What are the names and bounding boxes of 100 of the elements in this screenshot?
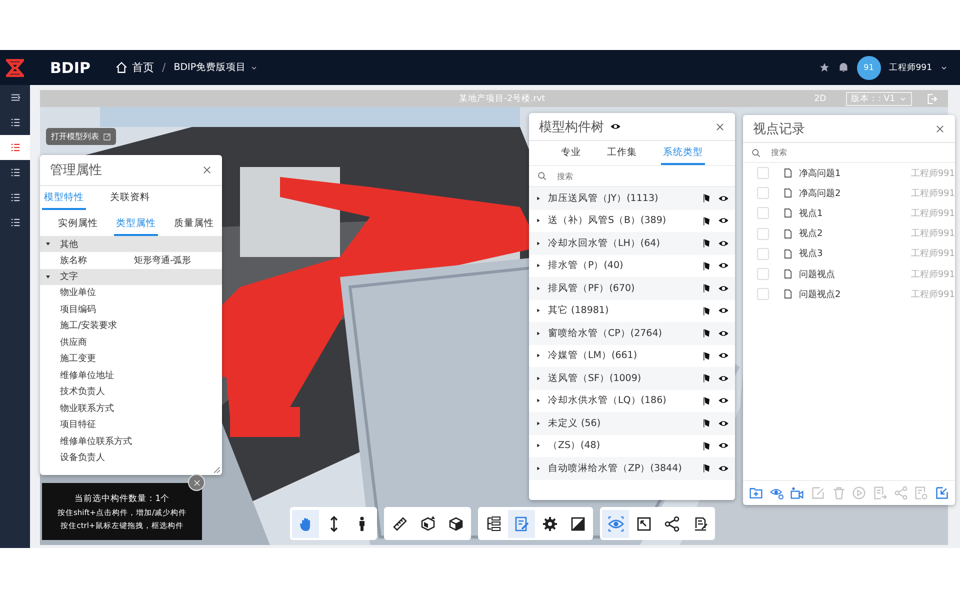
logo-icon <box>6 58 24 76</box>
checkbox[interactable] <box>757 187 769 200</box>
play-icon <box>852 486 866 500</box>
ruler-icon <box>392 516 408 532</box>
viewpoint-name[interactable]: 净高问题1 <box>799 166 841 180</box>
checkbox[interactable] <box>757 268 769 280</box>
eye-gear-button[interactable] <box>770 486 784 500</box>
sidebar-item[interactable] <box>0 135 30 160</box>
chevron-icon <box>899 94 907 102</box>
open-model-list-button[interactable]: 打开模型列表 <box>46 128 116 145</box>
gear-icon <box>542 516 558 532</box>
isolate-button[interactable] <box>702 260 712 271</box>
isolate-button[interactable] <box>702 440 712 451</box>
author-name: 工程师991 <box>910 288 955 301</box>
author-name: 工程师991 <box>910 228 955 240</box>
tab[interactable]: 系统类型 <box>661 141 705 165</box>
tree-item[interactable]: 送（补）风管S（B）(389) <box>548 214 696 228</box>
isolate-button[interactable] <box>702 216 712 226</box>
eye-icon <box>610 121 621 132</box>
checkbox[interactable] <box>757 228 769 240</box>
expand-caret-icon <box>535 374 542 382</box>
search-field[interactable]: 搜索 <box>555 170 727 182</box>
share-icon <box>894 486 908 500</box>
group-row[interactable]: 文字 <box>40 268 222 284</box>
tab[interactable]: 模型特性 <box>42 186 86 210</box>
isolate-button[interactable] <box>702 418 712 428</box>
tab[interactable]: 实例属性 <box>56 212 100 236</box>
expand-caret-icon <box>535 397 542 404</box>
tree-item[interactable]: 排水管（P）(40) <box>548 259 696 272</box>
group-row[interactable]: 其他 <box>40 236 222 252</box>
chevron-icon <box>250 64 258 72</box>
viewpoint-name[interactable]: 问题视点2 <box>799 288 841 301</box>
isolate-button[interactable] <box>702 306 712 316</box>
viewpoint-name[interactable]: 问题视点 <box>799 268 835 281</box>
author-name: 工程师991 <box>910 208 955 220</box>
tree-item[interactable]: 其它 (18981) <box>548 304 696 318</box>
file-icon <box>783 208 793 218</box>
chevron-icon <box>940 64 948 72</box>
menu-icon <box>10 92 20 103</box>
close-button[interactable] <box>202 165 212 175</box>
cube-icon <box>448 516 464 532</box>
brand-name: BDIP <box>50 58 92 76</box>
expand-caret-icon <box>535 262 542 270</box>
flag-icon <box>702 396 712 406</box>
isolate-button[interactable] <box>702 396 712 406</box>
tree-item[interactable]: 冷却水供水管（LQ）(186) <box>548 394 696 408</box>
list-icon <box>10 167 20 178</box>
flag-icon <box>702 283 712 294</box>
checkbox[interactable] <box>757 167 769 180</box>
tree-item[interactable]: 冷媒管（LM）(661) <box>548 349 696 362</box>
expand-caret-icon <box>535 420 542 427</box>
isolate-button[interactable] <box>702 283 712 294</box>
breadcrumb-link[interactable]: BDIP免费版项目 <box>174 61 258 74</box>
viewpoint-name[interactable]: 视点2 <box>799 227 823 240</box>
isolate-button[interactable] <box>702 193 712 204</box>
star-icon <box>818 62 830 73</box>
viewpoint-name[interactable]: 视点3 <box>799 247 823 260</box>
isolate-button[interactable] <box>702 350 712 361</box>
video-camera-button[interactable] <box>790 486 804 500</box>
flag-icon <box>702 306 712 316</box>
close-icon <box>935 124 945 134</box>
flag-icon <box>702 216 712 226</box>
close-icon <box>715 122 725 132</box>
tree-item[interactable]: （ZS）(48) <box>548 439 696 452</box>
tab[interactable]: 工作集 <box>605 141 639 165</box>
flag-icon <box>702 463 712 474</box>
panel-title: 模型构件树 <box>539 118 604 136</box>
expand-caret-icon <box>535 240 542 247</box>
property-label: 项目特征 <box>60 418 97 432</box>
section-box-icon <box>420 516 436 532</box>
import-button[interactable] <box>934 486 949 500</box>
author-name: 工程师991 <box>910 248 955 260</box>
viewpoint-name[interactable]: 净高问题2 <box>799 186 841 200</box>
panel-title: 视点记录 <box>753 120 805 138</box>
isolate-button[interactable] <box>702 373 712 384</box>
close-button[interactable] <box>935 124 945 134</box>
delete-icon <box>832 486 846 500</box>
breadcrumb-separator: / <box>162 61 166 74</box>
isolate-button[interactable] <box>702 328 712 338</box>
user-name[interactable]: 工程师991 <box>888 62 932 74</box>
checkbox[interactable] <box>757 248 769 260</box>
edit-icon <box>810 486 825 500</box>
checkbox[interactable] <box>757 207 769 220</box>
viewpoint-name[interactable]: 视点1 <box>799 206 823 220</box>
search-field[interactable]: 搜索 <box>769 147 947 158</box>
add-folder-button[interactable] <box>749 486 763 500</box>
isolate-button[interactable] <box>702 238 712 248</box>
property-label: 物业联系方式 <box>60 402 115 415</box>
expand-caret-icon <box>535 284 542 292</box>
checkbox[interactable] <box>757 288 769 300</box>
resize-handle-icon[interactable] <box>214 467 220 473</box>
breadcrumb-link[interactable]: 首页 <box>115 60 154 75</box>
close-button[interactable] <box>715 122 725 132</box>
tab[interactable]: 关联资料 <box>108 186 152 210</box>
expand-caret-icon <box>535 330 542 337</box>
tab[interactable]: 质量属性 <box>172 212 216 236</box>
isolate-button[interactable] <box>702 463 712 474</box>
tab[interactable]: 专业 <box>559 141 583 165</box>
list-icon <box>10 117 20 128</box>
share-icon <box>664 516 680 532</box>
